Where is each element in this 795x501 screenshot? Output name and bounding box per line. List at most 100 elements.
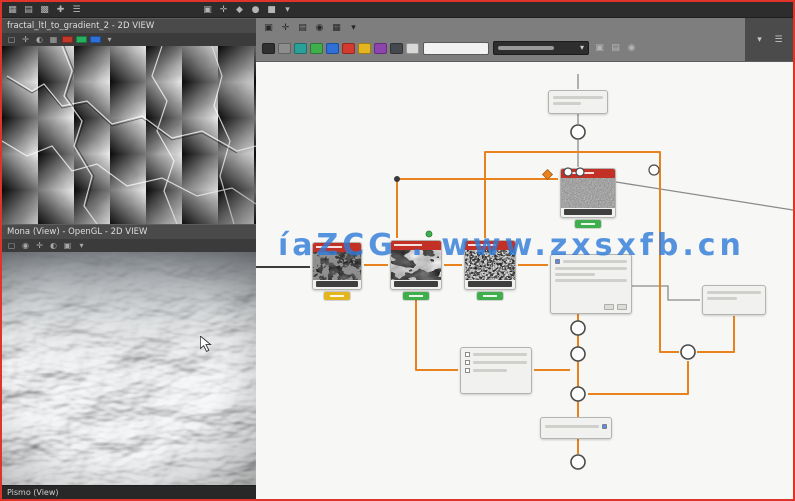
- tool-select-icon[interactable]: ▣: [201, 4, 214, 16]
- graph-tool-trailing: ▣ ▤ ◉: [593, 42, 638, 54]
- options-caret-icon[interactable]: ▾: [76, 240, 87, 251]
- node-header: [561, 169, 615, 178]
- wire: [697, 316, 735, 353]
- dock-caret-icon[interactable]: ▾: [753, 34, 766, 46]
- node-label: [316, 281, 358, 287]
- pan-icon[interactable]: ✛: [20, 34, 31, 45]
- checkbox[interactable]: [465, 360, 470, 365]
- help-icon[interactable]: ◉: [625, 42, 638, 54]
- texture-node-noise-a[interactable]: [560, 168, 616, 228]
- mini-button[interactable]: [617, 304, 627, 310]
- view2d-title: fractal_ltl_to_gradient_2 - 2D VIEW: [2, 18, 256, 33]
- param-icon: [602, 424, 607, 429]
- add-icon[interactable]: ✚: [54, 4, 67, 16]
- node-options-panel[interactable]: [460, 347, 532, 394]
- node-graph-canvas[interactable]: íaZCG . www.zxsxfb.cn: [256, 62, 793, 499]
- tool-yellow-icon[interactable]: [358, 42, 371, 54]
- channel-green-icon[interactable]: [76, 36, 87, 43]
- channel-red-icon[interactable]: [62, 36, 73, 43]
- hamburger-icon[interactable]: ☰: [70, 4, 83, 16]
- tool-black-icon[interactable]: [262, 42, 275, 54]
- view2d-canvas[interactable]: [2, 46, 256, 224]
- fit-view-icon[interactable]: ▢: [6, 240, 17, 251]
- pattern-icon[interactable]: ▩: [38, 4, 51, 16]
- pan-icon[interactable]: ✛: [34, 240, 45, 251]
- tool-move-icon[interactable]: ✛: [217, 4, 230, 16]
- snapshot-icon[interactable]: ◉: [313, 22, 326, 34]
- graph-tool-colors: [262, 42, 419, 54]
- view3d-canvas[interactable]: [2, 252, 256, 485]
- toolbar-left-cluster: ▦ ▤ ▩ ✚ ☰: [6, 4, 83, 16]
- fit-view-icon[interactable]: ▢: [6, 34, 17, 45]
- node-mini-buttons: [604, 304, 627, 310]
- node-right-panel[interactable]: [702, 285, 766, 315]
- left-viewport-column: fractal_ltl_to_gradient_2 - 2D VIEW ▢ ✛ ◐ ▦…: [2, 18, 256, 499]
- material-icon[interactable]: ▣: [62, 240, 73, 251]
- camera-icon[interactable]: ▣: [262, 22, 275, 34]
- filter-icon[interactable]: ▣: [593, 42, 606, 54]
- texture-node-b[interactable]: [312, 242, 362, 300]
- panels-icon[interactable]: ▤: [22, 4, 35, 16]
- tool-red-icon[interactable]: [342, 42, 355, 54]
- toolbar-search-field[interactable]: [423, 41, 489, 55]
- node-top-frame[interactable]: [548, 90, 608, 114]
- node-thumbnail: [313, 252, 361, 280]
- node-thumbnail: [465, 250, 515, 280]
- wire: [415, 292, 458, 371]
- param-icon: [555, 259, 560, 264]
- node-header: [465, 241, 515, 250]
- contrast-icon[interactable]: ◐: [34, 34, 45, 45]
- toolbar-corner-block: ▾ ☰: [745, 18, 793, 61]
- view3d-toolbar: ▢ ◉ ✛ ◐ ▣ ▾: [2, 239, 256, 252]
- tool-purple-icon[interactable]: [374, 42, 387, 54]
- texture-node-c[interactable]: [390, 240, 442, 300]
- tool-shapes-icon[interactable]: ◆: [233, 4, 246, 16]
- checkbox[interactable]: [465, 368, 470, 373]
- layout-icon[interactable]: ▤: [296, 22, 309, 34]
- status-badge: [403, 292, 429, 300]
- checkbox[interactable]: [465, 352, 470, 357]
- grid-icon[interactable]: ▦: [48, 34, 59, 45]
- menu-grid-icon[interactable]: ▦: [6, 4, 19, 16]
- tool-gray-icon[interactable]: [278, 42, 291, 54]
- global-toolbar: ▦ ▤ ▩ ✚ ☰ ▣ ✛ ◆ ● ■ ▾: [2, 2, 793, 18]
- tool-light-icon[interactable]: [406, 42, 419, 54]
- mini-button[interactable]: [604, 304, 614, 310]
- node-header: [313, 243, 361, 252]
- tool-dark-icon[interactable]: [390, 42, 403, 54]
- chevron-down-icon: ▾: [579, 43, 584, 52]
- lighting-icon[interactable]: ◐: [48, 240, 59, 251]
- status-badge: [477, 292, 503, 300]
- dropdown-caret-icon[interactable]: ▾: [281, 4, 294, 16]
- channel-blue-icon[interactable]: [90, 36, 101, 43]
- orbit-icon[interactable]: ◉: [20, 240, 31, 251]
- node-parameters-panel[interactable]: [550, 254, 632, 314]
- view3d-title: Mona (View) - OpenGL - 2D VIEW: [2, 224, 256, 239]
- layers-icon[interactable]: ▤: [609, 42, 622, 54]
- wire: [588, 361, 689, 395]
- grid-icon[interactable]: ▦: [330, 22, 343, 34]
- graph-toolbar-row2: ▾ ▣ ▤ ◉: [256, 36, 793, 60]
- node-small-panel[interactable]: [540, 417, 612, 439]
- toolbar-mid-cluster: ▣ ✛ ◆ ● ■ ▾: [201, 4, 294, 16]
- caret-icon[interactable]: ▾: [347, 22, 360, 34]
- options-caret-icon[interactable]: ▾: [104, 34, 115, 45]
- node-header: [391, 241, 441, 250]
- tool-teal-icon[interactable]: [294, 42, 307, 54]
- texture-node-d[interactable]: [464, 240, 516, 300]
- graph-toolbar-row1: ▣ ✛ ▤ ◉ ▦ ▾: [256, 18, 793, 36]
- tool-circle-icon[interactable]: ●: [249, 4, 262, 16]
- toolbar-dropdown[interactable]: ▾: [493, 41, 589, 55]
- tool-blue-icon[interactable]: [326, 42, 339, 54]
- node-label: [564, 209, 612, 215]
- node-label: [394, 281, 438, 287]
- status-badge: [575, 220, 601, 228]
- panel-menu-icon[interactable]: ☰: [772, 34, 785, 46]
- focus-icon[interactable]: ✛: [279, 22, 292, 34]
- tool-green-icon[interactable]: [310, 42, 323, 54]
- mouse-cursor: [200, 336, 212, 352]
- tool-square-icon[interactable]: ■: [265, 4, 278, 16]
- node-thumbnail: [561, 178, 615, 208]
- dropdown-value: [498, 46, 554, 50]
- wire: [632, 285, 700, 301]
